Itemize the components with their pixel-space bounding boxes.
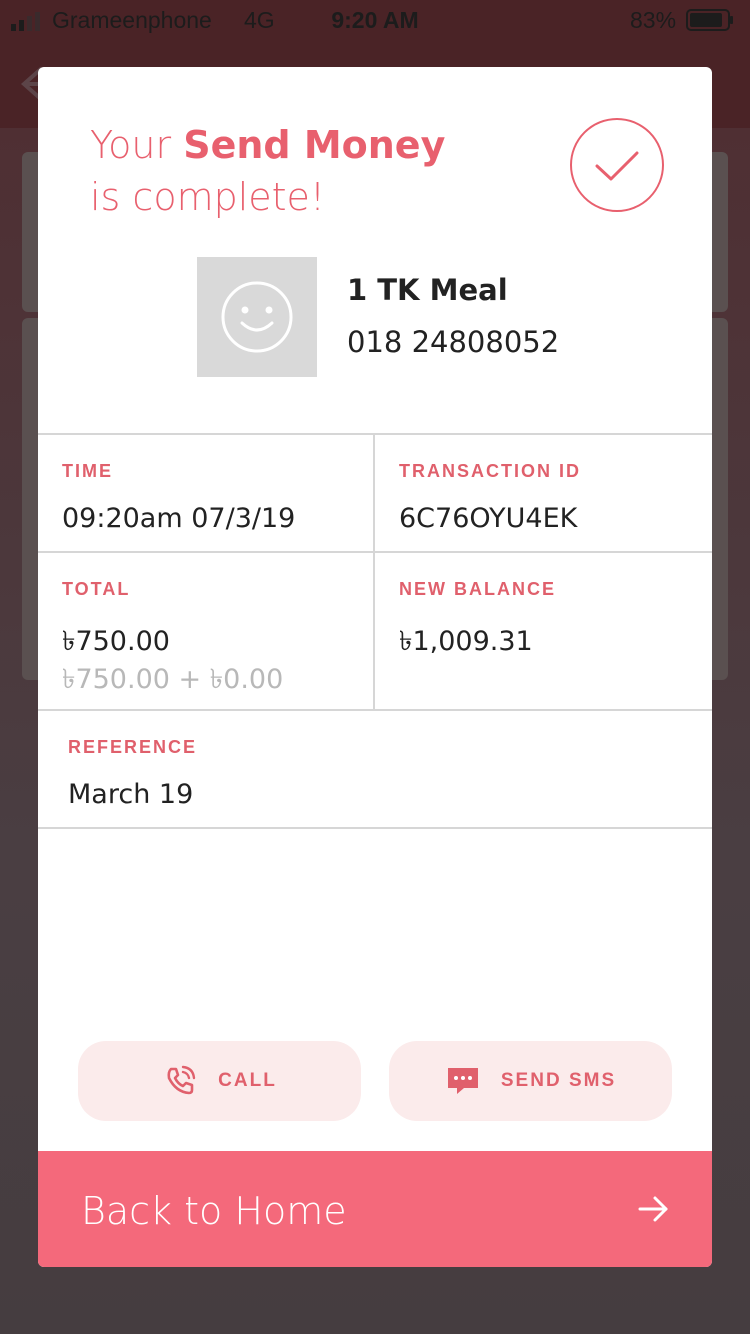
recipient-name: 1 TK Meal [347,273,508,307]
time-cell: TIME 09:20am 07/3/19 [38,435,375,551]
send-sms-label: SEND SMS [500,1070,617,1091]
send-sms-button[interactable]: SEND SMS [389,1041,672,1121]
transaction-id-cell: TRANSACTION ID 6C76OYU4EK [375,435,712,551]
transaction-details: TIME 09:20am 07/3/19 TRANSACTION ID 6C76… [38,433,712,829]
status-bar: Grameenphone 4G 9:20 AM 83% [0,0,750,40]
success-title: Your Send Money is complete! [90,119,530,223]
title-prefix: Your [90,123,184,167]
arrow-right-icon [638,1196,668,1222]
back-to-home-label: Back to Home [81,1189,347,1233]
title-suffix: is complete! [90,175,326,219]
chat-bubble-icon [447,1068,478,1094]
reference-value: March 19 [68,779,194,810]
transaction-id-value: 6C76OYU4EK [399,503,578,534]
smiley-face-icon [221,281,293,353]
call-label: CALL [218,1070,277,1091]
time-value: 09:20am 07/3/19 [62,503,296,534]
details-row: TIME 09:20am 07/3/19 TRANSACTION ID 6C76… [38,435,712,553]
reference-label: REFERENCE [68,737,198,757]
recipient-number: 018 24808052 [347,325,560,359]
new-balance-value: ৳1,009.31 [399,626,533,657]
call-button[interactable]: CALL [78,1041,361,1121]
battery-icon [686,9,733,31]
phone-ringing-icon [167,1065,196,1095]
total-cell: TOTAL ৳750.00 ৳750.00 + ৳0.00 [38,553,375,709]
transaction-complete-modal: Your Send Money is complete! 1 TK Meal 0… [38,67,712,1267]
title-strong: Send Money [183,123,446,167]
total-label: TOTAL [62,579,131,599]
reference-cell: REFERENCE March 19 [38,711,712,827]
details-row: TOTAL ৳750.00 ৳750.00 + ৳0.00 NEW BALANC… [38,553,712,711]
new-balance-cell: NEW BALANCE ৳1,009.31 [375,553,712,709]
battery-percent: 83% [630,7,677,33]
total-breakdown: ৳750.00 + ৳0.00 [62,664,284,695]
time-label: TIME [62,461,113,481]
check-circle-icon [570,118,664,212]
transaction-id-label: TRANSACTION ID [399,461,581,481]
new-balance-label: NEW BALANCE [399,579,556,599]
back-to-home-button[interactable]: Back to Home [38,1151,712,1267]
details-row: REFERENCE March 19 [38,711,712,829]
avatar [197,257,317,377]
